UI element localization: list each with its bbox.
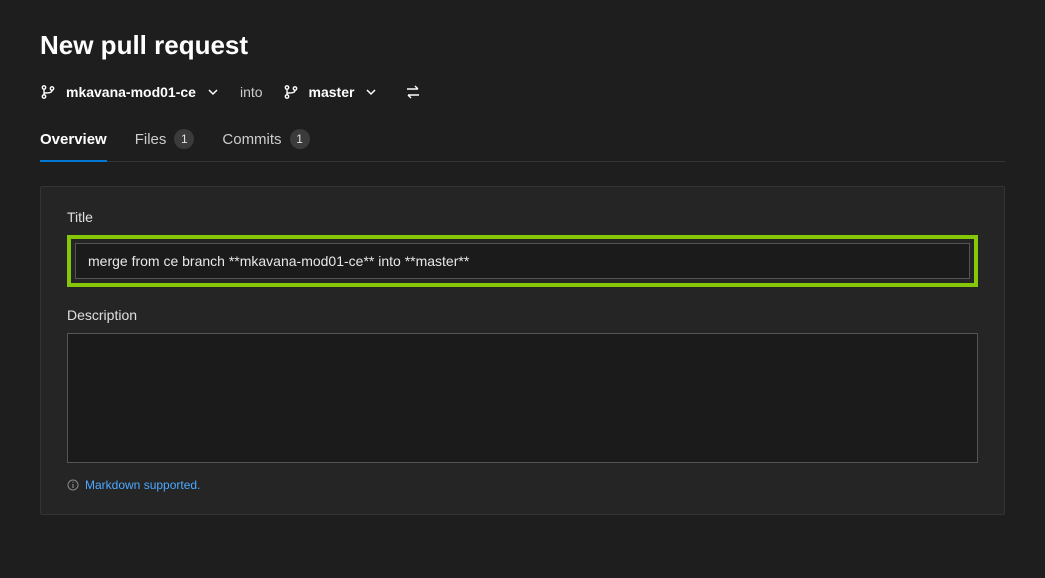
branch-icon	[283, 84, 299, 100]
title-highlight-box	[67, 235, 978, 287]
source-branch-name: mkavana-mod01-ce	[66, 84, 196, 100]
count-badge: 1	[174, 129, 194, 149]
tab-label: Commits	[222, 131, 281, 148]
tab-label: Files	[135, 131, 167, 148]
chevron-down-icon	[206, 85, 220, 99]
branch-icon	[40, 84, 56, 100]
info-icon	[67, 479, 79, 491]
title-label: Title	[67, 209, 978, 225]
description-textarea[interactable]	[67, 333, 978, 463]
source-branch-selector[interactable]: mkavana-mod01-ce	[40, 84, 220, 100]
swap-branches-icon[interactable]	[404, 83, 422, 101]
description-label: Description	[67, 307, 978, 323]
target-branch-name: master	[309, 84, 355, 100]
tab-commits[interactable]: Commits 1	[222, 129, 309, 161]
branch-selector-row: mkavana-mod01-ce into master	[40, 83, 1005, 101]
tab-files[interactable]: Files 1	[135, 129, 195, 161]
tab-overview[interactable]: Overview	[40, 129, 107, 161]
count-badge: 1	[290, 129, 310, 149]
form-panel: Title Description Markdown supported.	[40, 186, 1005, 515]
page-title: New pull request	[40, 30, 1005, 61]
markdown-supported-link[interactable]: Markdown supported.	[85, 478, 200, 492]
markdown-hint: Markdown supported.	[67, 478, 978, 492]
into-label: into	[234, 84, 269, 100]
chevron-down-icon	[364, 85, 378, 99]
tabs-bar: Overview Files 1 Commits 1	[40, 129, 1005, 162]
target-branch-selector[interactable]: master	[283, 84, 379, 100]
tab-label: Overview	[40, 131, 107, 148]
title-input[interactable]	[75, 243, 970, 279]
